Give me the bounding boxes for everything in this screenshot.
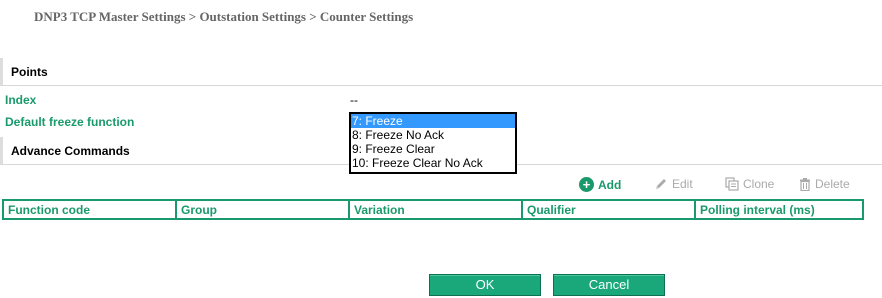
breadcrumb: DNP3 TCP Master Settings > Outstation Se… (34, 9, 414, 24)
clone-label: Clone (743, 177, 775, 191)
freeze-option-10[interactable]: 10: Freeze Clear No Ack (351, 156, 515, 170)
index-label: Index (5, 93, 37, 107)
delete-button[interactable]: Delete (799, 177, 850, 191)
add-icon: + (579, 177, 594, 192)
freeze-option-9[interactable]: 9: Freeze Clear (351, 142, 515, 156)
column-header-variation[interactable]: Variation (348, 199, 523, 220)
column-header-polling-interval[interactable]: Polling interval (ms) (694, 199, 864, 220)
clone-icon (725, 177, 739, 191)
delete-label: Delete (815, 177, 850, 191)
points-section-header: Points (0, 58, 882, 86)
ok-button[interactable]: OK (429, 274, 541, 296)
freeze-function-dropdown-list[interactable]: 7: Freeze 8: Freeze No Ack 9: Freeze Cle… (349, 112, 517, 174)
clone-button[interactable]: Clone (725, 177, 774, 191)
edit-button[interactable]: Edit (654, 177, 693, 191)
add-button[interactable]: + Add (579, 177, 621, 192)
table-header-row: Function code Group Variation Qualifier … (2, 199, 864, 220)
freeze-option-7[interactable]: 7: Freeze (351, 114, 515, 128)
column-header-qualifier[interactable]: Qualifier (521, 199, 696, 220)
edit-icon (656, 179, 666, 189)
delete-icon (800, 177, 810, 191)
index-value: -- (350, 93, 358, 107)
column-header-group[interactable]: Group (175, 199, 350, 220)
advance-commands-table: Function code Group Variation Qualifier … (2, 199, 864, 220)
edit-label: Edit (672, 177, 693, 191)
cancel-button[interactable]: Cancel (553, 274, 665, 296)
points-title: Points (11, 65, 48, 79)
default-freeze-function-label: Default freeze function (5, 115, 135, 129)
advance-commands-title: Advance Commands (11, 144, 130, 158)
freeze-option-8[interactable]: 8: Freeze No Ack (351, 128, 515, 142)
column-header-function-code[interactable]: Function code (2, 199, 177, 220)
add-label: Add (598, 177, 622, 192)
